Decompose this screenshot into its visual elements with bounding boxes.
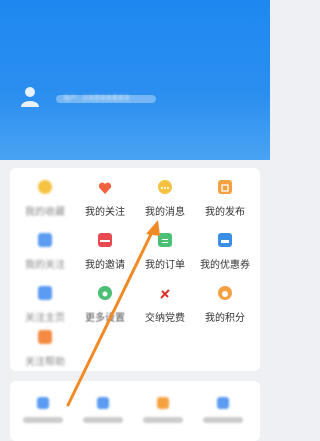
- pointer-arrow-annotation: [66, 220, 160, 407]
